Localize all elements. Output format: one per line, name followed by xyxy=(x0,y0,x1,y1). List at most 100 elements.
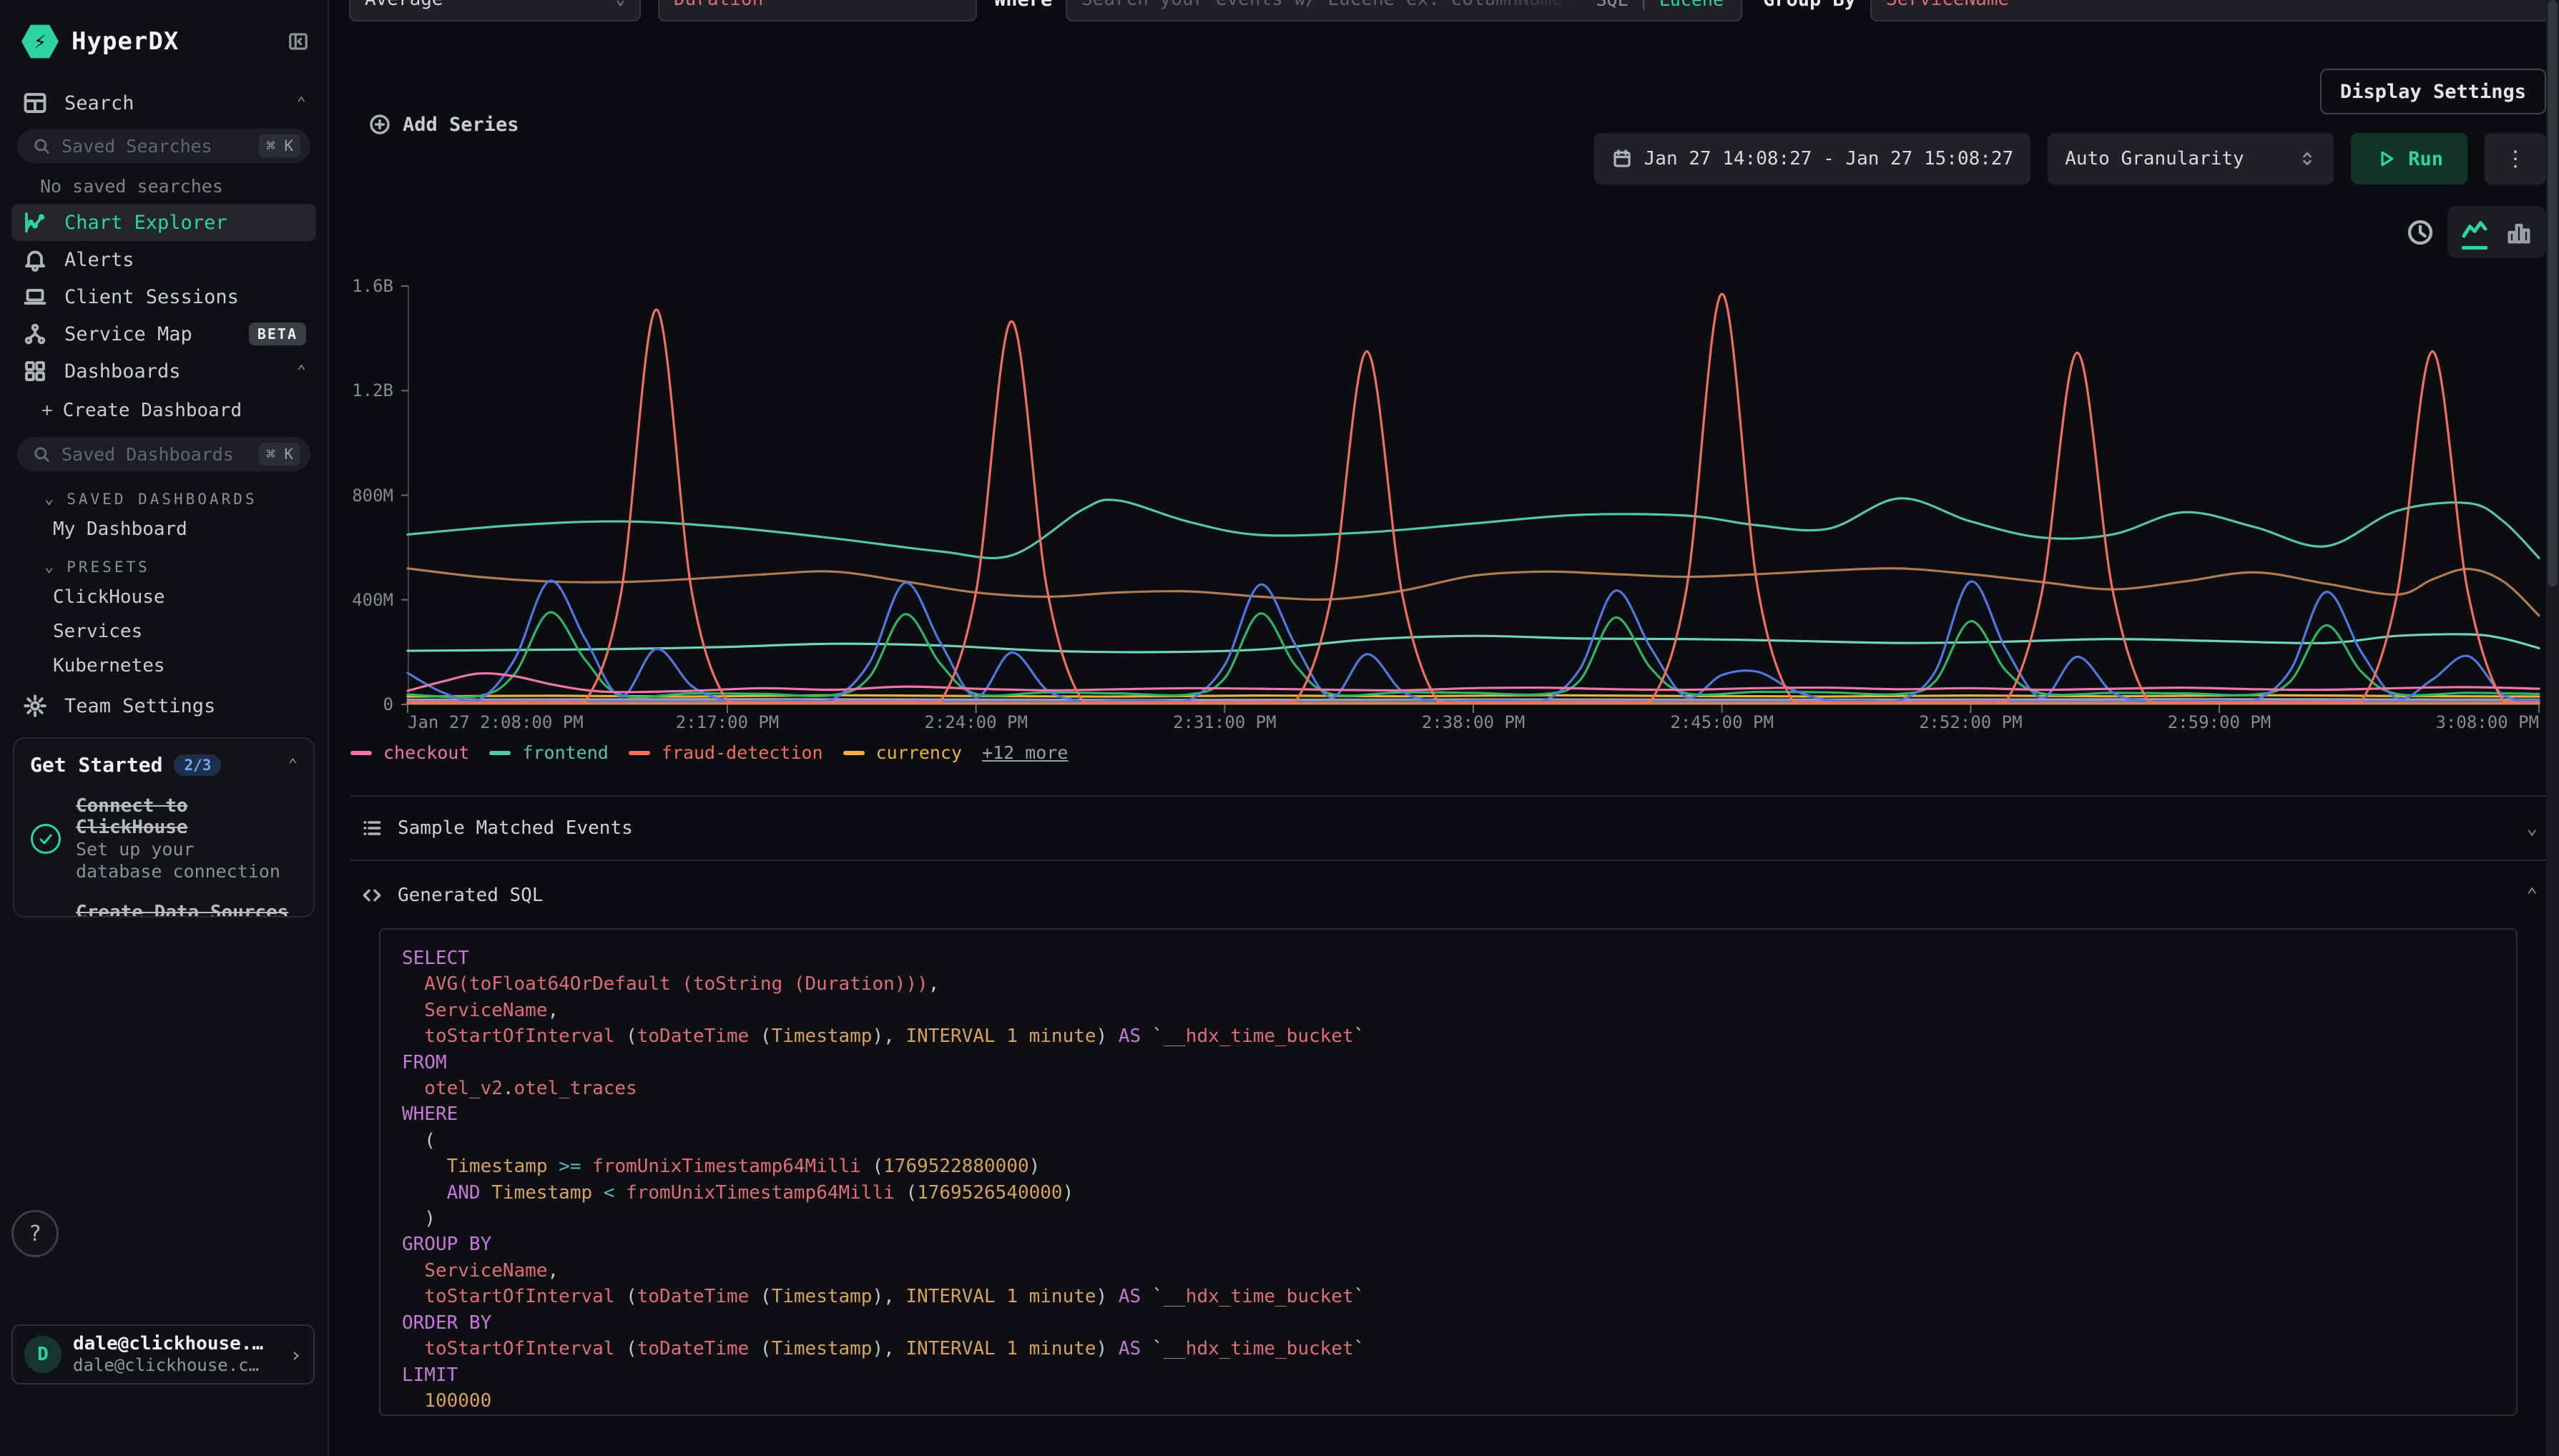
dashboards-icon xyxy=(21,358,49,384)
get-started-item[interactable]: Connect to ClickHouse Set up your databa… xyxy=(30,795,298,883)
sidebar-item-dashboards[interactable]: Dashboards ⌃ xyxy=(11,353,316,390)
sql-line: SELECT xyxy=(402,945,2495,971)
more-options-button[interactable]: ⋮ xyxy=(2485,133,2546,185)
x-axis-tick-label: 3:08:00 PM xyxy=(2436,712,2540,732)
get-started-item-title: Create Data Sources xyxy=(76,902,290,918)
time-range-picker[interactable]: Jan 27 14:08:27 - Jan 27 15:08:27 xyxy=(1594,133,2031,185)
sql-line: ORDER BY xyxy=(402,1310,2495,1336)
sidebar-item-service-map[interactable]: Service Map BETA xyxy=(11,315,316,353)
add-series-button[interactable]: Add Series xyxy=(368,113,519,136)
mode-lucene-label[interactable]: Lucene xyxy=(1659,0,1724,10)
group-by-value: ServiceName xyxy=(1886,0,2009,10)
legend-swatch xyxy=(629,751,650,755)
sql-line: ServiceName, xyxy=(402,1258,2495,1284)
help-button[interactable]: ? xyxy=(11,1210,59,1257)
legend-swatch xyxy=(489,751,511,755)
sidebar-item-team-settings[interactable]: Team Settings xyxy=(11,687,316,724)
legend-item[interactable]: checkout xyxy=(350,742,469,763)
legend-item[interactable]: currency xyxy=(843,742,962,763)
metric-field[interactable]: Duration xyxy=(658,0,977,21)
sidebar-item-chart-explorer[interactable]: Chart Explorer xyxy=(11,204,316,241)
legend-more-link[interactable]: +12 more xyxy=(982,742,1068,763)
series-unnamed-6 xyxy=(408,569,2539,616)
preset-item[interactable]: ClickHouse xyxy=(11,580,316,614)
sidebar-item-client-sessions[interactable]: Client Sessions xyxy=(11,278,316,315)
search-section-icon xyxy=(21,90,49,116)
sidebar-item-alerts[interactable]: Alerts xyxy=(11,241,316,278)
display-settings-button[interactable]: Display Settings xyxy=(2320,69,2546,114)
get-started-item-title: Connect to ClickHouse xyxy=(76,795,290,838)
y-axis-labels: 0400M800M1.2B1.6B xyxy=(329,286,398,704)
dashboard-item[interactable]: My Dashboard xyxy=(11,512,316,546)
app-title: HyperDX xyxy=(72,27,275,56)
saved-dashboards-header[interactable]: ⌄ SAVED DASHBOARDS xyxy=(11,478,316,512)
code-icon xyxy=(360,884,383,907)
mode-sql-label[interactable]: SQL xyxy=(1596,0,1628,10)
granularity-select[interactable]: Auto Granularity xyxy=(2048,133,2334,185)
preset-item[interactable]: Services xyxy=(11,614,316,649)
y-axis-tick-label: 400M xyxy=(352,590,393,610)
sample-matched-events-section[interactable]: Sample Matched Events ⌄ xyxy=(350,795,2548,861)
sidebar-collapse-icon[interactable] xyxy=(288,31,309,52)
where-search-input[interactable]: Search your events w/ Lucene ex. columnN… xyxy=(1066,0,1742,21)
x-axis-tick-label: 2:17:00 PM xyxy=(676,712,780,732)
get-started-progress-badge: 2/3 xyxy=(174,754,221,776)
sql-line: toStartOfInterval (toDateTime (Timestamp… xyxy=(402,1284,2495,1309)
chevron-down-icon[interactable]: ⌄ xyxy=(2526,817,2538,839)
search-icon xyxy=(31,444,51,464)
run-button[interactable]: Run xyxy=(2351,133,2467,185)
sql-line: ( xyxy=(402,1128,2495,1154)
legend-item[interactable]: fraud-detection xyxy=(629,742,823,763)
legend-item[interactable]: frontend xyxy=(489,742,608,763)
x-axis-tick-label: 2:45:00 PM xyxy=(1670,712,1774,732)
list-icon xyxy=(360,817,383,840)
page-scrollbar xyxy=(2546,0,2559,1456)
metric-value: Duration xyxy=(674,0,763,10)
x-axis-tick-label: 2:24:00 PM xyxy=(924,712,1028,732)
timeseries-chart[interactable] xyxy=(408,286,2539,704)
beta-badge: BETA xyxy=(249,323,306,345)
sidebar-item-search[interactable]: Search ⌃ xyxy=(11,84,316,122)
saved-searches-input[interactable]: Saved Searches ⌘ K xyxy=(17,129,310,163)
sidebar-item-label: Search xyxy=(64,92,281,114)
group-header-label: PRESETS xyxy=(67,559,150,576)
sql-line: 100000 xyxy=(402,1388,2495,1414)
legend-label: fraud-detection xyxy=(662,742,823,763)
sample-matched-events-title: Sample Matched Events xyxy=(398,817,633,839)
x-axis-tick-label: 2:59:00 PM xyxy=(2168,712,2271,732)
bell-icon xyxy=(21,247,49,272)
time-mode-button[interactable] xyxy=(2406,218,2435,247)
kebab-icon: ⋮ xyxy=(2505,147,2526,172)
query-mode-toggle[interactable]: SQL | Lucene xyxy=(1596,0,1724,10)
sql-line: GROUP BY xyxy=(402,1231,2495,1257)
generated-sql-title: Generated SQL xyxy=(398,885,544,906)
sidebar-item-label: Team Settings xyxy=(64,695,306,717)
chevron-up-icon[interactable]: ⌃ xyxy=(288,756,298,774)
legend-swatch xyxy=(350,751,372,755)
y-axis-tick-label: 0 xyxy=(383,694,393,714)
scrollbar-thumb[interactable] xyxy=(2548,0,2558,586)
presets-header[interactable]: ⌄ PRESETS xyxy=(11,546,316,580)
x-axis-tick-label: 2:52:00 PM xyxy=(1919,712,2023,732)
line-chart-toggle[interactable] xyxy=(2460,215,2489,250)
account-button[interactable]: D dale@clickhouse.… dale@clickhouse.c… › xyxy=(11,1324,315,1384)
saved-dashboards-input[interactable]: Saved Dashboards ⌘ K xyxy=(17,437,310,471)
generated-sql-section[interactable]: Generated SQL ⌃ xyxy=(350,862,2548,928)
chevron-up-icon[interactable]: ⌃ xyxy=(2526,885,2538,906)
aggregation-select[interactable]: Average ⌄ xyxy=(349,0,641,21)
mode-separator: | xyxy=(1639,0,1649,10)
group-by-field[interactable]: ServiceName xyxy=(1870,0,2550,21)
preset-item[interactable]: Kubernetes xyxy=(11,649,316,683)
get-started-item-subtitle: Set up your database connection xyxy=(76,838,290,883)
series-frontend xyxy=(408,498,2539,559)
chevron-down-icon: ⌄ xyxy=(44,558,57,576)
sql-line: LIMIT xyxy=(402,1362,2495,1388)
create-dashboard-button[interactable]: + Create Dashboard xyxy=(11,390,316,430)
generated-sql-code[interactable]: SELECT AVG(toFloat64OrDefault (toString … xyxy=(379,928,2518,1416)
get-started-item[interactable]: Create Data Sources Configure where your… xyxy=(30,902,298,918)
shortcut-badge: ⌘ K xyxy=(259,134,300,157)
account-name: dale@clickhouse.… xyxy=(73,1334,263,1355)
get-started-card: Get Started 2/3 ⌃ Connect to ClickHouse … xyxy=(13,737,315,918)
search-icon xyxy=(31,136,51,156)
bar-chart-toggle[interactable] xyxy=(2505,218,2533,247)
